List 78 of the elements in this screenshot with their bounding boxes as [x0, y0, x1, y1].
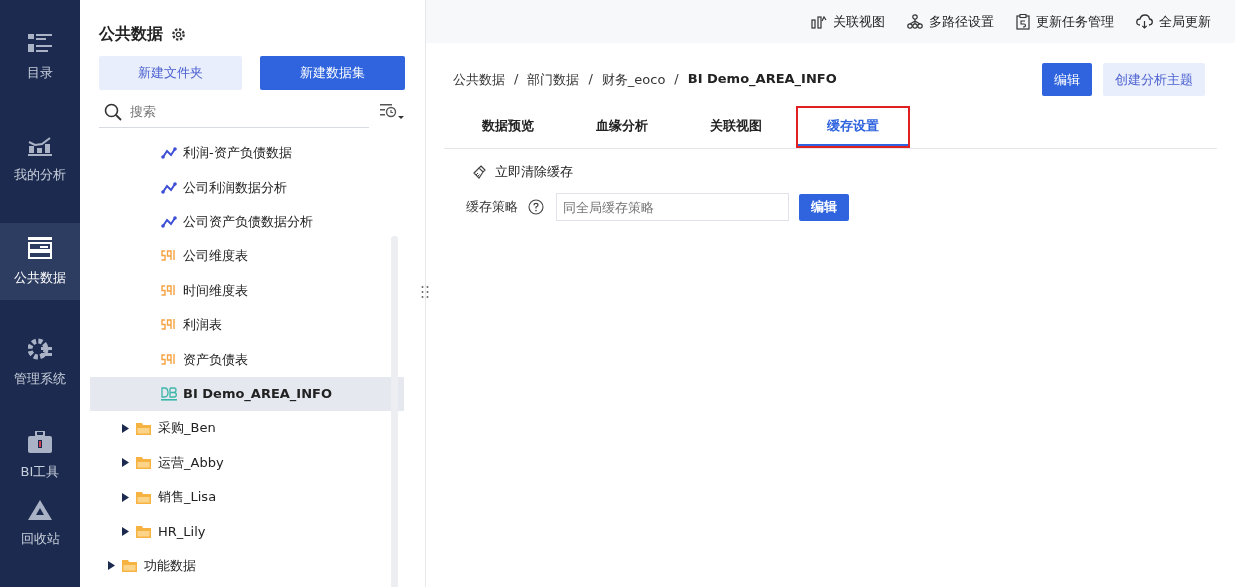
tree-item[interactable]: 时间维度表	[90, 273, 404, 308]
tree-item[interactable]: 功能数据	[90, 548, 404, 584]
caret-icon[interactable]	[122, 458, 129, 468]
breadcrumb-separator: /	[588, 70, 593, 88]
tree-item[interactable]: 公司利润数据分析	[90, 170, 404, 205]
sql-icon	[161, 250, 177, 263]
clear-cache-button[interactable]: 立即清除缓存	[472, 163, 573, 181]
tree-item[interactable]: 采购_Ben	[90, 411, 404, 446]
tree-item[interactable]: 运营_Abby	[90, 445, 404, 480]
search-icon	[104, 102, 122, 121]
line-chart-icon	[161, 147, 177, 160]
tab[interactable]: 关联视图	[684, 108, 788, 146]
breadcrumb-separator: /	[674, 70, 679, 88]
toolbar-button[interactable]: 更新任务管理	[1016, 12, 1114, 31]
sql-icon	[161, 284, 177, 297]
settings-icon[interactable]	[171, 26, 186, 42]
drag-handle-icon[interactable]	[421, 285, 429, 299]
sql-icon	[161, 353, 177, 366]
caret-icon[interactable]	[108, 561, 115, 571]
chart-icon	[28, 135, 52, 156]
nav-item[interactable]: 目录	[0, 20, 80, 97]
triangle-icon	[28, 499, 52, 520]
list-icon	[28, 34, 52, 55]
tree-item[interactable]: HR_Lily	[90, 514, 404, 549]
breadcrumb-link[interactable]: 公共数据	[453, 70, 505, 89]
new-folder-button[interactable]: 新建文件夹	[99, 56, 242, 90]
folder-icon	[136, 490, 151, 504]
caret-icon[interactable]	[122, 423, 129, 433]
database-icon	[161, 386, 177, 401]
tree-item[interactable]: 销售_Lisa	[90, 479, 404, 515]
folder-icon	[136, 525, 151, 538]
bar-chart-icon	[811, 14, 827, 29]
breadcrumb-current: BI Demo_AREA_INFO	[687, 70, 837, 89]
breadcrumb-separator: /	[514, 70, 519, 88]
caret-icon[interactable]	[122, 527, 129, 536]
edit-button[interactable]: 编辑	[1042, 63, 1092, 96]
new-dataset-button[interactable]: 新建数据集	[259, 56, 405, 90]
folder-icon	[136, 456, 151, 470]
strategy-label: 缓存策略	[466, 198, 518, 216]
folder-icon	[136, 421, 151, 435]
cloud-icon	[1136, 14, 1153, 29]
create-topic-button[interactable]: 创建分析主题	[1103, 63, 1205, 96]
server-icon	[28, 236, 52, 259]
tab[interactable]: 缓存设置	[798, 108, 908, 146]
tree-item[interactable]: 利润表	[90, 307, 404, 343]
nav-item[interactable]: 公共数据	[0, 223, 80, 300]
tree-item[interactable]: 利润-资产负债数据	[90, 136, 404, 171]
sql-icon	[161, 319, 177, 332]
tree-item[interactable]: 公司资产负债数据分析	[90, 204, 404, 240]
nav-item[interactable]: 回收站	[0, 485, 80, 562]
clipboard-icon	[1016, 13, 1030, 30]
history-sort-icon[interactable]	[380, 103, 404, 121]
line-chart-icon	[161, 215, 177, 228]
toolbox-icon	[28, 430, 52, 453]
strategy-field[interactable]: 同全局缓存策略	[556, 193, 789, 221]
nav-item[interactable]: BI工具	[0, 426, 80, 486]
toolbar-button[interactable]: 多路径设置	[907, 12, 994, 31]
panel-title: 公共数据	[99, 23, 163, 45]
hierarchy-icon	[907, 14, 923, 29]
tree-item[interactable]: 资产负债表	[90, 342, 404, 377]
edit-strategy-button[interactable]: 编辑	[799, 193, 849, 221]
tab[interactable]: 血缘分析	[570, 108, 674, 146]
help-icon[interactable]	[528, 199, 544, 215]
breadcrumb-link[interactable]: 部门数据	[527, 70, 580, 89]
scrollbar[interactable]	[391, 236, 398, 587]
gear-icon	[28, 338, 52, 361]
line-chart-icon	[161, 181, 177, 194]
tree-item[interactable]: 公司维度表	[90, 239, 404, 274]
caret-icon[interactable]	[122, 492, 129, 502]
broom-icon	[472, 164, 487, 180]
tab[interactable]: 数据预览	[456, 108, 560, 146]
toolbar-button[interactable]: 全局更新	[1136, 12, 1211, 31]
breadcrumb-link[interactable]: 财务_eoco	[601, 70, 666, 89]
toolbar-button[interactable]: 关联视图	[811, 12, 885, 31]
tree-item[interactable]: BI Demo_AREA_INFO	[90, 376, 404, 412]
folder-icon	[122, 559, 137, 573]
nav-item[interactable]: 管理系统	[0, 324, 80, 402]
nav-item[interactable]: 我的分析	[0, 121, 80, 199]
